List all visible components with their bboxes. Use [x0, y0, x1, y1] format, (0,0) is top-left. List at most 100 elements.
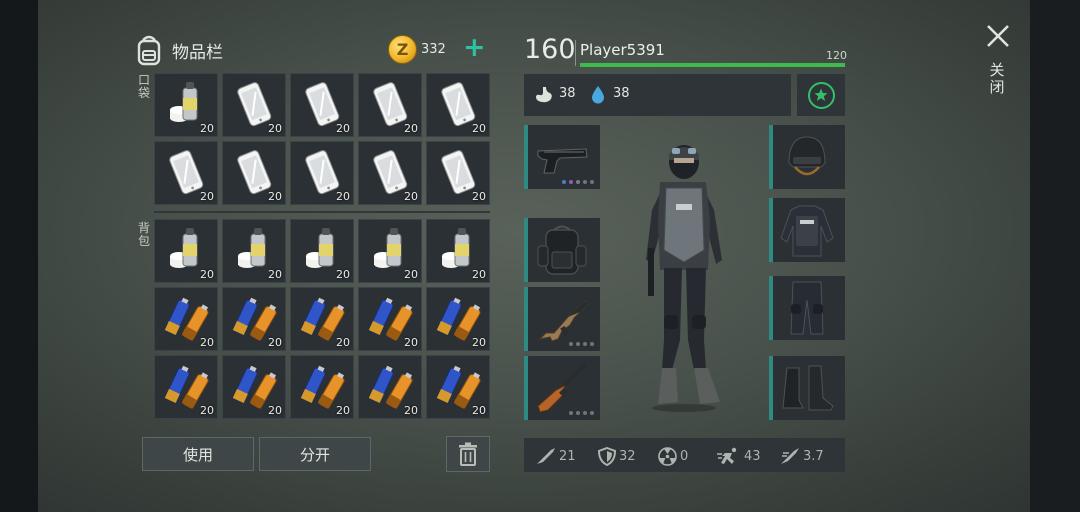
- xp-bar-fill: [580, 63, 845, 67]
- backpack-slot[interactable]: 20: [290, 287, 354, 351]
- stealth-icon: [781, 448, 799, 464]
- attack-stat: 21: [536, 447, 576, 465]
- star-icon: [814, 88, 828, 101]
- pocket-slot[interactable]: 20: [290, 73, 354, 137]
- item-quantity: 20: [200, 190, 214, 203]
- item-quantity: 20: [472, 268, 486, 281]
- perk-box: [797, 74, 845, 116]
- item-quantity: 20: [404, 268, 418, 281]
- item-quantity: 20: [472, 404, 486, 417]
- pocket-slot[interactable]: 20: [290, 141, 354, 205]
- backpack-slot[interactable]: 20: [358, 355, 422, 419]
- close-label[interactable]: 关闭: [988, 62, 1006, 96]
- pocket-slot[interactable]: 20: [358, 73, 422, 137]
- radiation-icon: [658, 447, 677, 466]
- stomach-icon: [536, 87, 552, 103]
- coin-icon: Z: [388, 35, 417, 64]
- pocket-slot[interactable]: 20: [426, 73, 490, 137]
- backpack-slot[interactable]: 20: [426, 287, 490, 351]
- backpack-icon: [137, 35, 161, 66]
- pants-icon: [790, 281, 824, 335]
- perk-button[interactable]: [807, 81, 835, 109]
- backpack-slot[interactable]: 20: [358, 287, 422, 351]
- pocket-slot[interactable]: 20: [154, 73, 218, 137]
- item-quantity: 20: [336, 336, 350, 349]
- item-quantity: 20: [268, 122, 282, 135]
- backpack-slot[interactable]: 20: [222, 219, 286, 283]
- equip-slot-rifle[interactable]: [524, 287, 600, 351]
- item-quantity: 20: [268, 336, 282, 349]
- backpack-label: 背包: [137, 221, 150, 248]
- item-quantity: 20: [200, 268, 214, 281]
- defense-stat: 32: [598, 447, 636, 466]
- right-edge: [1030, 0, 1080, 512]
- add-coins-button[interactable]: +: [463, 34, 486, 62]
- helmet-icon: [788, 136, 826, 176]
- pocket-slot[interactable]: 20: [426, 141, 490, 205]
- running-icon: [717, 447, 737, 464]
- section-divider: [154, 211, 490, 213]
- backpack-slot[interactable]: 20: [154, 287, 218, 351]
- xp-max: 120: [826, 49, 847, 62]
- backpack-slot[interactable]: 20: [426, 355, 490, 419]
- equip-slot-armor[interactable]: [769, 198, 845, 262]
- item-quantity: 20: [404, 190, 418, 203]
- item-quantity: 20: [404, 336, 418, 349]
- item-quantity: 20: [200, 122, 214, 135]
- radiation-value: 0: [680, 449, 689, 464]
- item-quantity: 20: [268, 268, 282, 281]
- stealth-value: 3.7: [803, 448, 824, 464]
- equip-slot-pistol[interactable]: [524, 125, 600, 189]
- item-quantity: 20: [336, 122, 350, 135]
- item-quantity: 20: [404, 122, 418, 135]
- vitals-box: 38 38: [524, 74, 791, 116]
- thirst-value: 38: [613, 86, 630, 101]
- knife-icon: [537, 448, 555, 464]
- item-quantity: 20: [336, 404, 350, 417]
- equip-slot-pants[interactable]: [769, 276, 845, 340]
- speed-value: 43: [744, 448, 761, 464]
- stealth-stat: 3.7: [780, 447, 824, 465]
- split-button[interactable]: 分开: [259, 437, 371, 471]
- backpack-slot[interactable]: 20: [222, 355, 286, 419]
- close-icon[interactable]: [984, 22, 1012, 50]
- trash-button[interactable]: [446, 436, 490, 472]
- backpack-slot[interactable]: 20: [222, 287, 286, 351]
- player-level: 160: [524, 34, 576, 65]
- water-drop-icon: [592, 86, 604, 104]
- backpack-slot[interactable]: 20: [290, 219, 354, 283]
- speed-stat: 43: [717, 447, 761, 465]
- item-quantity: 20: [336, 190, 350, 203]
- item-quantity: 20: [200, 404, 214, 417]
- player-name: Player5391: [580, 41, 665, 59]
- inventory-title: 物品栏: [172, 42, 223, 63]
- equip-slot-shotgun[interactable]: [524, 356, 600, 420]
- xp-bar: [580, 63, 845, 67]
- backpack-slot[interactable]: 20: [290, 355, 354, 419]
- use-button[interactable]: 使用: [142, 437, 254, 471]
- coin-symbol: Z: [396, 40, 409, 59]
- item-quantity: 20: [472, 336, 486, 349]
- inventory-screen: 物品栏 Z 332 + 口袋 背包 20 20 20 20 20 20 20 20 20 20 2…: [0, 0, 1080, 512]
- boots-icon: [782, 365, 834, 411]
- item-quantity: 20: [472, 122, 486, 135]
- equip-slot-backpack[interactable]: [524, 218, 600, 282]
- backpack-slot[interactable]: 20: [426, 219, 490, 283]
- pocket-slot[interactable]: 20: [222, 73, 286, 137]
- equip-slot-boots[interactable]: [769, 356, 845, 420]
- item-quantity: 20: [472, 190, 486, 203]
- pocket-slot[interactable]: 20: [222, 141, 286, 205]
- backpack-slot[interactable]: 20: [154, 355, 218, 419]
- pocket-slot[interactable]: 20: [154, 141, 218, 205]
- radiation-stat: 0: [658, 447, 688, 466]
- equip-slot-helmet[interactable]: [769, 125, 845, 189]
- defense-value: 32: [619, 449, 636, 464]
- pocket-label: 口袋: [137, 73, 150, 100]
- backpack-slot[interactable]: 20: [358, 219, 422, 283]
- backpack-slot[interactable]: 20: [154, 219, 218, 283]
- item-quantity: 20: [404, 404, 418, 417]
- item-quantity: 20: [268, 404, 282, 417]
- level-separator: [575, 40, 576, 66]
- trash-icon: [459, 442, 477, 466]
- pocket-slot[interactable]: 20: [358, 141, 422, 205]
